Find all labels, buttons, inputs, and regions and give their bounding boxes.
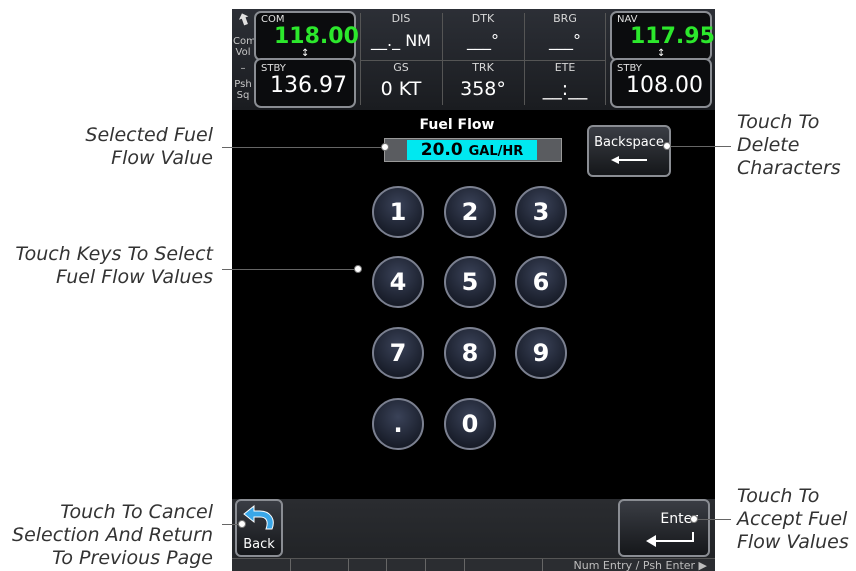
key-8[interactable]: 8 xyxy=(444,327,496,379)
fuel-flow-number: 20.0 xyxy=(420,140,463,160)
callout-line: Selection And Return xyxy=(12,524,213,546)
field-trk-label: TRK xyxy=(472,61,494,74)
callout-cancel: Touch To Cancel Selection And Return To … xyxy=(12,501,213,570)
field-dis-value: __._ NM xyxy=(371,31,431,50)
callout-line: Delete xyxy=(737,134,800,156)
callout-line: Characters xyxy=(737,157,841,179)
callout-line: To Previous Page xyxy=(52,547,213,569)
callout-line: Flow Value xyxy=(111,147,213,169)
field-gs-label: GS xyxy=(393,61,409,74)
com-active-button[interactable]: COM 118.00 ↕ xyxy=(254,11,359,61)
leader-line xyxy=(667,146,731,147)
key-9[interactable]: 9 xyxy=(515,327,567,379)
callout-accept: Touch To Accept Fuel Flow Values xyxy=(737,485,849,554)
fuel-flow-title: Fuel Flow xyxy=(419,117,495,133)
callout-dot xyxy=(690,515,698,523)
callout-delete: Touch To Delete Characters xyxy=(737,111,841,180)
top-bar: Com Vol – Psh Sq COM 118.00 ↕ STBY 136.9… xyxy=(232,9,715,110)
key-4[interactable]: 4 xyxy=(372,256,424,308)
side-label: Psh xyxy=(234,79,252,90)
com-standby-button[interactable]: STBY 136.97 xyxy=(254,58,356,108)
leader-line xyxy=(694,519,731,520)
backspace-label: Backspace xyxy=(594,135,664,150)
callout-line: Touch To Cancel xyxy=(60,501,213,523)
callout-touch-keys: Touch Keys To Select Fuel Flow Values xyxy=(15,243,213,289)
field-ete-label: ETE xyxy=(554,61,576,74)
callout-line: Touch Keys To Select xyxy=(15,243,213,265)
strip-divider xyxy=(464,559,465,571)
strip-divider xyxy=(386,559,387,571)
home-arrow-icon[interactable] xyxy=(236,11,252,26)
field-dtk-label: DTK xyxy=(471,12,495,25)
field-trk-value: 358° xyxy=(460,78,506,100)
status-text: Num Entry / Psh Enter ▶ xyxy=(573,559,708,571)
field-dis-label: DIS xyxy=(391,12,411,25)
back-arrow-icon xyxy=(242,504,278,533)
back-label: Back xyxy=(243,537,275,552)
nav-standby-button[interactable]: STBY 108.00 xyxy=(610,58,712,108)
back-button[interactable]: Back xyxy=(235,499,283,557)
divider xyxy=(442,13,443,105)
field-brg-value: ___° xyxy=(549,31,581,50)
key-5[interactable]: 5 xyxy=(444,256,496,308)
enter-arrow-icon xyxy=(644,531,696,549)
divider xyxy=(524,13,525,105)
callout-dot xyxy=(663,142,671,150)
fuel-flow-unit: GAL/HR xyxy=(468,144,524,159)
divider xyxy=(360,13,361,105)
nav-standby-frequency: 108.00 xyxy=(626,73,703,98)
callout-dot xyxy=(354,265,362,273)
key-0[interactable]: 0 xyxy=(444,398,496,450)
callout-dot xyxy=(381,143,389,151)
key-6[interactable]: 6 xyxy=(515,256,567,308)
callout-line: Fuel Flow Values xyxy=(56,266,213,288)
callout-line: Touch To xyxy=(737,485,820,507)
nav-active-button[interactable]: NAV 117.95 ↕ xyxy=(610,11,715,61)
side-label: – xyxy=(240,63,246,74)
divider xyxy=(605,13,606,105)
callout-line: Touch To xyxy=(737,111,820,133)
key-2[interactable]: 2 xyxy=(444,186,496,238)
field-ete-value: __:__ xyxy=(542,78,588,100)
com-standby-frequency: 136.97 xyxy=(270,73,347,98)
side-label: Vol xyxy=(235,47,251,58)
key-decimal[interactable]: . xyxy=(372,398,424,450)
fuel-flow-value: 20.0 GAL/HR xyxy=(407,140,537,160)
strip-divider xyxy=(290,559,291,571)
status-strip: Num Entry / Psh Enter ▶ xyxy=(232,558,715,571)
field-dtk-value: ___° xyxy=(467,31,499,50)
callout-line: Selected Fuel xyxy=(85,124,213,146)
backspace-button[interactable]: Backspace xyxy=(587,125,671,177)
callout-selected-value: Selected Fuel Flow Value xyxy=(85,124,213,170)
side-label: Sq xyxy=(236,90,250,101)
strip-divider xyxy=(425,559,426,571)
com-active-frequency: 118.00 xyxy=(274,24,359,49)
key-3[interactable]: 3 xyxy=(515,186,567,238)
enter-button[interactable]: Enter xyxy=(618,499,710,557)
device-screen: Com Vol – Psh Sq COM 118.00 ↕ STBY 136.9… xyxy=(232,9,715,571)
leader-line xyxy=(222,269,358,270)
key-7[interactable]: 7 xyxy=(372,327,424,379)
left-arrow-icon xyxy=(609,154,649,164)
callout-line: Accept Fuel xyxy=(737,508,848,530)
field-gs-value: 0 KT xyxy=(380,78,422,100)
field-brg-label: BRG xyxy=(553,12,577,25)
side-label: Com xyxy=(233,36,256,47)
callout-dot xyxy=(238,520,246,528)
strip-divider xyxy=(348,559,349,571)
callout-line: Flow Values xyxy=(737,531,849,553)
nav-active-frequency: 117.95 xyxy=(630,24,715,49)
leader-line xyxy=(222,147,385,148)
key-1[interactable]: 1 xyxy=(372,186,424,238)
strip-divider xyxy=(542,559,543,571)
